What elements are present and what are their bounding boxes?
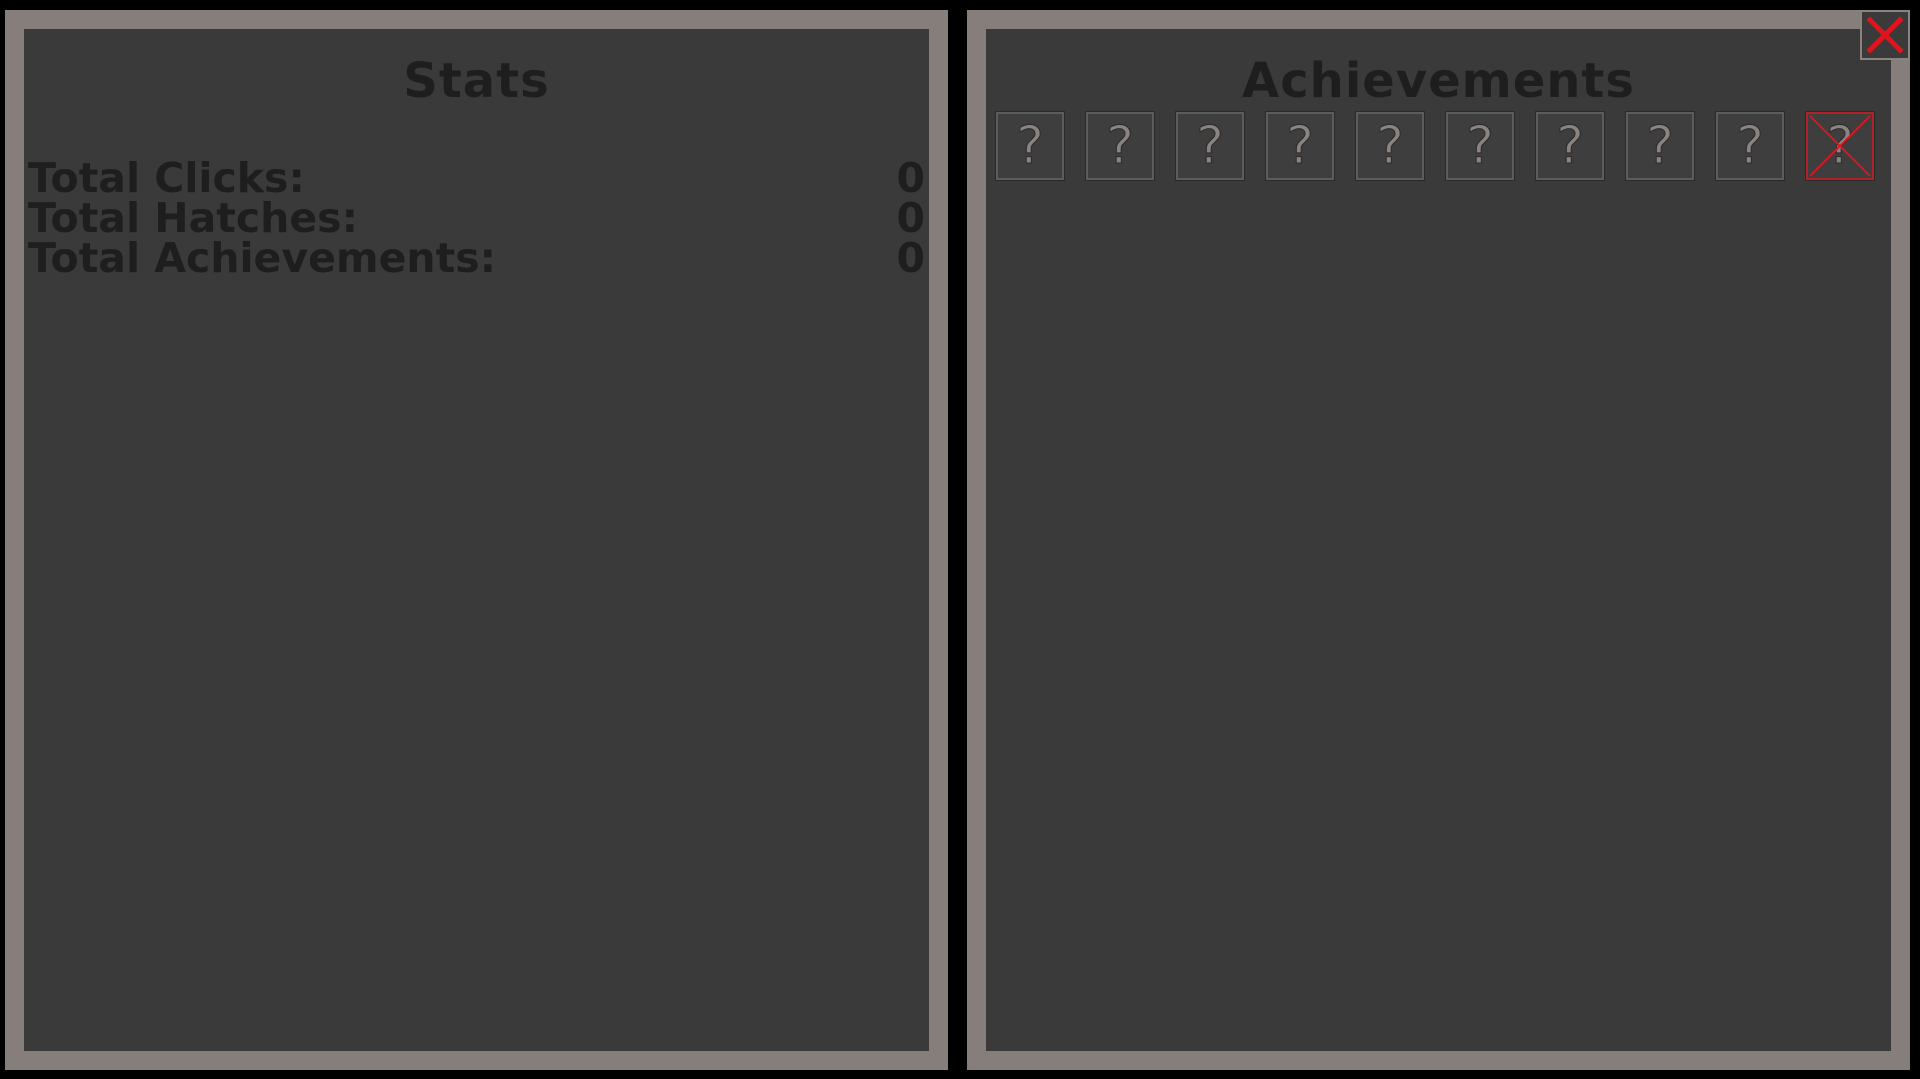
achievement-slot[interactable]: ? xyxy=(1625,111,1695,181)
question-mark-icon: ? xyxy=(1286,116,1315,176)
question-mark-icon: ? xyxy=(1646,116,1675,176)
stat-value: 0 xyxy=(896,194,925,242)
question-mark-icon: ? xyxy=(1196,116,1225,176)
achievement-slot[interactable]: ? xyxy=(1085,111,1155,181)
stats-panel-body: Stats Total Clicks: 0 Total Hatches: 0 T… xyxy=(24,29,929,1051)
achievement-slot[interactable]: ? xyxy=(1715,111,1785,181)
achievement-slot[interactable]: ? xyxy=(1535,111,1605,181)
achievement-slot[interactable]: ? xyxy=(1805,111,1875,181)
achievement-slot[interactable]: ? xyxy=(995,111,1065,181)
close-button[interactable] xyxy=(1860,10,1910,60)
question-mark-icon: ? xyxy=(1466,116,1495,176)
question-mark-icon: ? xyxy=(1106,116,1135,176)
achievement-slot[interactable]: ? xyxy=(1445,111,1515,181)
stat-value: 0 xyxy=(896,154,925,202)
question-mark-icon: ? xyxy=(1376,116,1405,176)
achievements-panel: Achievements ?????????? xyxy=(967,10,1910,1070)
achievement-slot[interactable]: ? xyxy=(1175,111,1245,181)
stat-row-total-achievements: Total Achievements: 0 xyxy=(28,234,925,282)
achievement-grid: ?????????? xyxy=(995,111,1875,181)
achievement-slot[interactable]: ? xyxy=(1265,111,1335,181)
stat-label: Total Hatches: xyxy=(28,194,358,242)
stats-panel: Stats Total Clicks: 0 Total Hatches: 0 T… xyxy=(5,10,948,1070)
stats-title: Stats xyxy=(403,53,550,109)
stat-value: 0 xyxy=(896,234,925,282)
locked-cross-icon xyxy=(1809,115,1871,177)
question-mark-icon: ? xyxy=(1556,116,1585,176)
achievement-slot[interactable]: ? xyxy=(1355,111,1425,181)
close-icon xyxy=(1866,16,1904,54)
question-mark-icon: ? xyxy=(1016,116,1045,176)
stat-list: Total Clicks: 0 Total Hatches: 0 Total A… xyxy=(28,154,925,282)
achievements-title: Achievements xyxy=(1242,53,1635,109)
achievements-panel-body: Achievements ?????????? xyxy=(986,29,1891,1051)
stat-label: Total Clicks: xyxy=(28,154,305,202)
question-mark-icon: ? xyxy=(1736,116,1765,176)
stat-label: Total Achievements: xyxy=(28,234,497,282)
stat-row-total-hatches: Total Hatches: 0 xyxy=(28,194,925,242)
stat-row-total-clicks: Total Clicks: 0 xyxy=(28,154,925,202)
